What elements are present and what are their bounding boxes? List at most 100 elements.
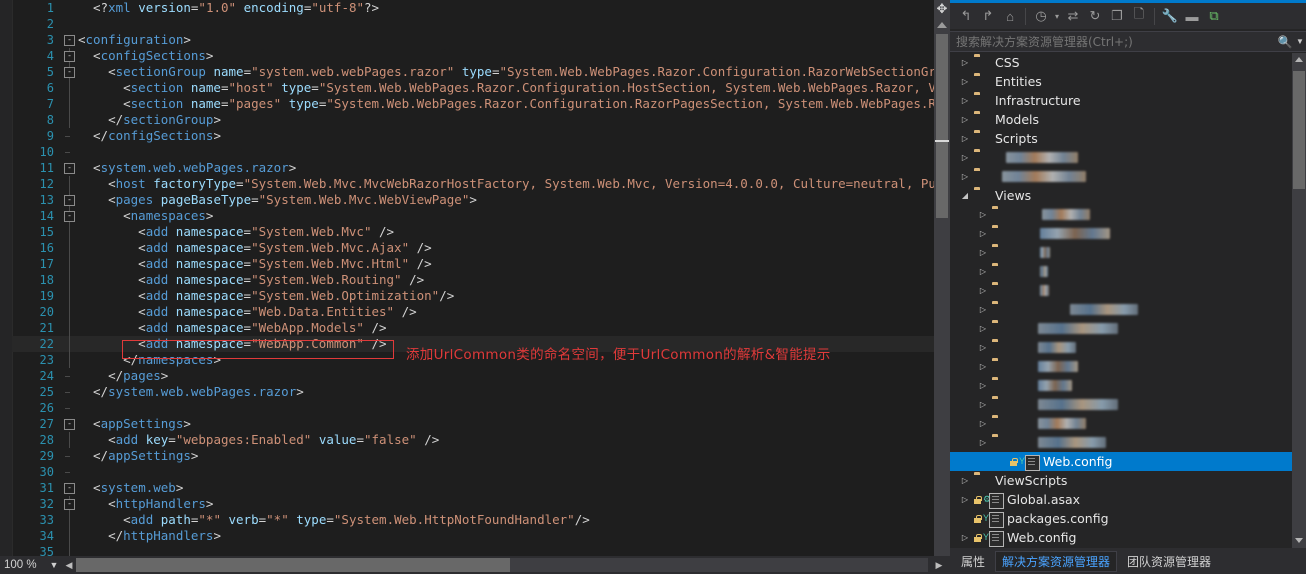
tree-item[interactable]: ▷: [950, 300, 1306, 319]
scroll-left-arrow-icon[interactable]: ◀: [62, 560, 76, 571]
chevron-right-icon[interactable]: ▷: [978, 319, 988, 338]
code-line[interactable]: 31- <system.web>: [12, 480, 950, 496]
tree-item[interactable]: ▷: [950, 262, 1306, 281]
tree-item[interactable]: ▷ Entities: [950, 72, 1306, 91]
panel-tab-inactive[interactable]: 团队资源管理器: [1120, 551, 1218, 572]
code-line[interactable]: 15 <add namespace="System.Web.Mvc" />: [12, 224, 950, 240]
zoom-dropdown-icon[interactable]: ▼: [46, 560, 62, 570]
chevron-right-icon[interactable]: ▷: [960, 72, 970, 91]
code-line[interactable]: 11- <system.web.webPages.razor>: [12, 160, 950, 176]
code-line[interactable]: 2: [12, 16, 950, 32]
refresh-icon[interactable]: ↻: [1084, 5, 1106, 27]
tree-item[interactable]: ▷: [950, 281, 1306, 300]
chevron-right-icon[interactable]: ▷: [960, 167, 970, 186]
code-line[interactable]: 19 <add namespace="System.Web.Optimizatio…: [12, 288, 950, 304]
chevron-right-icon[interactable]: ▷: [960, 148, 970, 167]
tree-item[interactable]: ▷: [950, 148, 1306, 167]
code-line[interactable]: 32- <httpHandlers>: [12, 496, 950, 512]
fold-toggle-icon[interactable]: -: [64, 163, 75, 174]
code-line[interactable]: 25 </system.web.webPages.razor>: [12, 384, 950, 400]
code-line[interactable]: 6 <section name="host" type="System.Web.W…: [12, 80, 950, 96]
tree-item[interactable]: ▷ Infrastructure: [950, 91, 1306, 110]
view-class-diagram-icon[interactable]: ⧉: [1203, 5, 1225, 27]
code-line[interactable]: 30: [12, 464, 950, 480]
tree-item[interactable]: ▷: [950, 243, 1306, 262]
code-line[interactable]: 1 <?xml version="1.0" encoding="utf-8"?>: [12, 0, 950, 16]
tree-item[interactable]: ▷ ⚙ Global.asax: [950, 490, 1306, 509]
solution-explorer-tree[interactable]: ▷ CSS ▷ Entities ▷ Infrastructure ▷ Models ▷ Scri…: [950, 53, 1306, 548]
chevron-right-icon[interactable]: ▷: [978, 357, 988, 376]
code-line[interactable]: 10: [12, 144, 950, 160]
editor-vertical-scrollbar[interactable]: ✥: [934, 0, 950, 556]
code-line[interactable]: 16 <add namespace="System.Web.Mvc.Ajax" /…: [12, 240, 950, 256]
scroll-right-arrow-icon[interactable]: ▶: [928, 560, 950, 571]
code-line[interactable]: 27- <appSettings>: [12, 416, 950, 432]
home-icon[interactable]: ⌂: [999, 5, 1021, 27]
horizontal-scroll-thumb[interactable]: [76, 558, 510, 572]
properties-icon[interactable]: 🔧: [1159, 5, 1181, 27]
fold-toggle-icon[interactable]: -: [64, 499, 75, 510]
pending-changes-icon[interactable]: ◷: [1030, 5, 1052, 27]
search-icon[interactable]: 🔍: [1276, 35, 1294, 49]
code-line[interactable]: 21 <add namespace="WebApp.Models" />: [12, 320, 950, 336]
code-line[interactable]: 5- <sectionGroup name="system.web.webPage…: [12, 64, 950, 80]
code-line[interactable]: 13- <pages pageBaseType="System.Web.Mvc.W…: [12, 192, 950, 208]
show-all-files-icon[interactable]: 🗋: [1128, 5, 1150, 27]
fold-toggle-icon[interactable]: -: [64, 67, 75, 78]
fold-toggle-icon[interactable]: -: [64, 483, 75, 494]
chevron-right-icon[interactable]: ▷: [978, 414, 988, 433]
chevron-right-icon[interactable]: ▷: [978, 338, 988, 357]
forward-icon[interactable]: ↱: [977, 5, 999, 27]
fold-toggle-icon[interactable]: -: [64, 51, 75, 62]
chevron-right-icon[interactable]: ▷: [960, 471, 970, 490]
fold-toggle-icon[interactable]: -: [64, 211, 75, 222]
editor-horizontal-scrollbar[interactable]: [76, 558, 928, 572]
chevron-right-icon[interactable]: ▷: [978, 243, 988, 262]
tree-item[interactable]: ▷ ViewScripts: [950, 471, 1306, 490]
chevron-down-icon[interactable]: ◢: [960, 186, 970, 205]
fold-toggle-icon[interactable]: -: [64, 35, 75, 46]
fold-toggle-icon[interactable]: -: [64, 195, 75, 206]
chevron-right-icon[interactable]: ▷: [978, 281, 988, 300]
code-line[interactable]: 26: [12, 400, 950, 416]
tree-item[interactable]: ▷ Y Web.config: [950, 528, 1306, 547]
tree-item[interactable]: ▷: [950, 167, 1306, 186]
zoom-level-label[interactable]: 100 %: [0, 559, 46, 571]
chevron-right-icon[interactable]: ▷: [960, 53, 970, 72]
code-line[interactable]: 9 </configSections>: [12, 128, 950, 144]
chevron-right-icon[interactable]: ▷: [978, 224, 988, 243]
chevron-right-icon[interactable]: ▷: [978, 376, 988, 395]
search-input[interactable]: [950, 33, 1276, 50]
tree-item[interactable]: Ypackages.config: [950, 509, 1306, 528]
code-line[interactable]: 4- <configSections>: [12, 48, 950, 64]
search-dropdown-icon[interactable]: ▼: [1294, 37, 1306, 46]
tree-item[interactable]: ▷: [950, 414, 1306, 433]
code-line[interactable]: 14- <namespaces>: [12, 208, 950, 224]
code-line[interactable]: 17 <add namespace="System.Web.Mvc.Html" /…: [12, 256, 950, 272]
solution-explorer-search-bar[interactable]: 🔍 ▼: [950, 31, 1306, 52]
chevron-right-icon[interactable]: ▷: [978, 205, 988, 224]
chevron-right-icon[interactable]: ▷: [960, 490, 970, 509]
tree-item-selected[interactable]: Y Web.config: [950, 452, 1306, 471]
chevron-right-icon[interactable]: ▷: [978, 395, 988, 414]
preview-selected-items-icon[interactable]: ▬: [1181, 5, 1203, 27]
code-line[interactable]: 24 </pages>: [12, 368, 950, 384]
panel-tab-active[interactable]: 解决方案资源管理器: [995, 550, 1118, 572]
chevron-right-icon[interactable]: ▷: [978, 300, 988, 319]
chevron-right-icon[interactable]: ▷: [978, 433, 988, 452]
code-line[interactable]: 12 <host factoryType="System.Web.Mvc.MvcW…: [12, 176, 950, 192]
code-line[interactable]: 35: [12, 544, 950, 556]
code-line[interactable]: 18 <add namespace="System.Web.Routing" />: [12, 272, 950, 288]
back-icon[interactable]: ↰: [955, 5, 977, 27]
code-text-area[interactable]: 1 <?xml version="1.0" encoding="utf-8"?> 2…: [12, 0, 950, 556]
chevron-right-icon[interactable]: ▷: [960, 129, 970, 148]
code-line[interactable]: 34 </httpHandlers>: [12, 528, 950, 544]
code-line[interactable]: 8 </sectionGroup>: [12, 112, 950, 128]
tree-item[interactable]: ▷: [950, 338, 1306, 357]
tree-item[interactable]: ▷: [950, 376, 1306, 395]
solution-explorer-vertical-scrollbar[interactable]: [1292, 53, 1306, 548]
scroll-up-arrow-icon[interactable]: [937, 22, 947, 28]
tree-item[interactable]: ◢ Views: [950, 186, 1306, 205]
sync-with-active-document-icon[interactable]: ⇄: [1062, 5, 1084, 27]
code-line[interactable]: 20 <add namespace="Web.Data.Entities" />: [12, 304, 950, 320]
